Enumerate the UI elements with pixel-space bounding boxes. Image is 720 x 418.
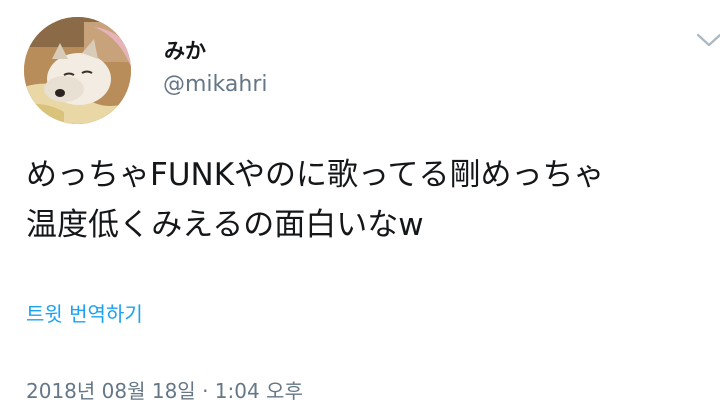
avatar[interactable] — [24, 17, 131, 124]
avatar-dog-photo-icon — [24, 17, 131, 124]
tweet-text: めっちゃFUNKやのに歌ってる剛めっちゃ 温度低くみえるの面白いなw — [26, 150, 706, 250]
translate-tweet-link[interactable]: 트윗 번역하기 — [26, 301, 143, 327]
display-name[interactable]: みか — [164, 38, 206, 64]
tweet-text-line: めっちゃFUNKやのに歌ってる剛めっちゃ — [26, 157, 605, 193]
chevron-down-icon[interactable] — [695, 30, 720, 50]
tweet-text-line: 温度低くみえるの面白いなw — [26, 207, 424, 243]
tweet-timestamp: 2018년 08월 18일 · 1:04 오후 — [26, 379, 303, 403]
user-handle[interactable]: @mikahri — [163, 72, 267, 98]
